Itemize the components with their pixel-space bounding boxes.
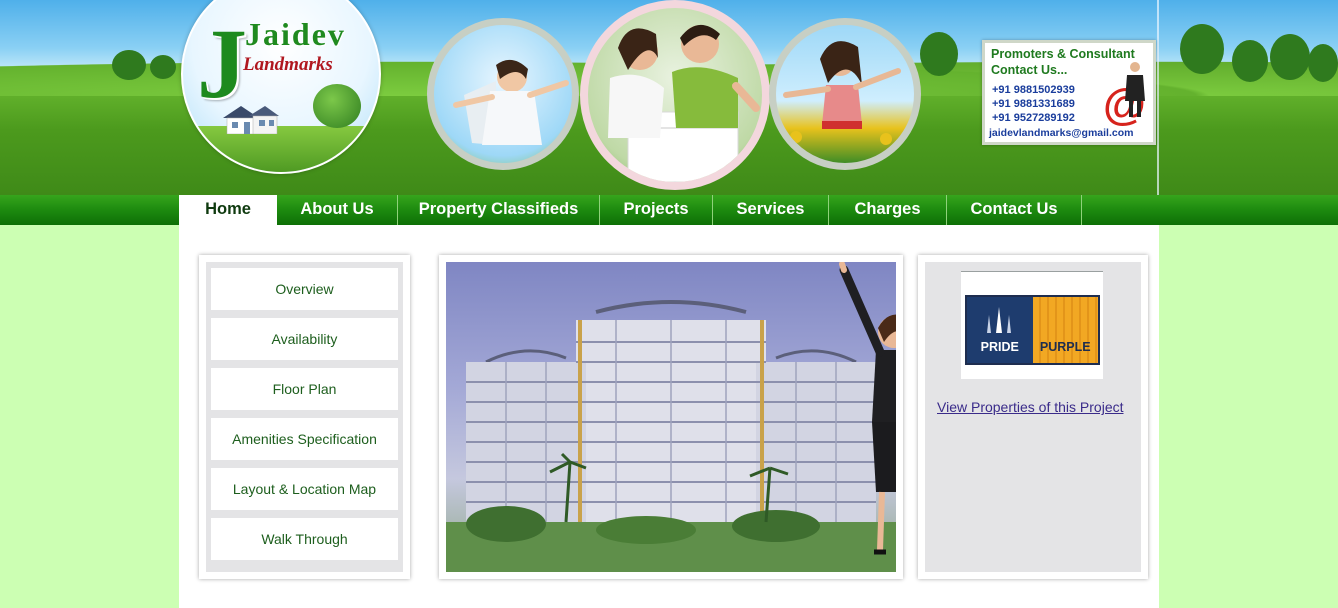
menu-floor-plan[interactable]: Floor Plan (211, 368, 398, 410)
contact-phone-3: +91 9527289192 (992, 112, 1075, 124)
tree-decoration (1232, 40, 1268, 82)
pride-purple-logo: PRIDE PURPLE (965, 295, 1100, 365)
building-illustration (446, 262, 896, 572)
menu-walk-through[interactable]: Walk Through (211, 518, 398, 560)
project-logo-panel: PRIDE PURPLE View Properties of this Pro… (925, 262, 1141, 572)
tree-decoration (1308, 44, 1338, 82)
view-properties-link[interactable]: View Properties of this Project (937, 399, 1124, 415)
nav-property-classifieds[interactable]: Property Classifieds (398, 195, 600, 225)
tree-decoration (1270, 34, 1310, 80)
main-content: Overview Availability Floor Plan Ameniti… (179, 225, 1159, 608)
contact-phone-2: +91 9881331689 (992, 98, 1075, 110)
contact-email[interactable]: jaidevlandmarks@gmail.com (989, 127, 1133, 139)
project-logo-card: PRIDE PURPLE View Properties of this Pro… (918, 255, 1148, 579)
skyline-icon (987, 307, 1011, 333)
contact-phone-1: +91 9881502939 (992, 84, 1075, 96)
woman-figure (783, 41, 901, 145)
main-navigation: Home About Us Property Classifieds Proje… (0, 195, 1338, 225)
menu-amenities-specification[interactable]: Amenities Specification (211, 418, 398, 460)
nav-projects[interactable]: Projects (600, 195, 713, 225)
house-icon (223, 106, 279, 134)
contact-title-line2: Contact Us... (991, 63, 1068, 77)
nav-contact-us[interactable]: Contact Us (947, 195, 1082, 225)
nav-charges[interactable]: Charges (829, 195, 947, 225)
purple-text: PURPLE (1039, 340, 1091, 354)
businessman-icon (1125, 62, 1145, 117)
project-menu-card: Overview Availability Floor Plan Ameniti… (199, 255, 410, 579)
nav-services[interactable]: Services (713, 195, 829, 225)
tree-decoration (150, 55, 176, 79)
purple-logo-half: PURPLE (1032, 297, 1098, 363)
logo-tree (313, 84, 361, 128)
contact-info-box: Promoters & Consultant Contact Us... +91… (982, 40, 1156, 145)
nav-about-us[interactable]: About Us (277, 195, 398, 225)
menu-availability[interactable]: Availability (211, 318, 398, 360)
photo-child (427, 18, 579, 170)
menu-layout-location-map[interactable]: Layout & Location Map (211, 468, 398, 510)
logo-initial: J (197, 8, 247, 119)
child-figure (453, 59, 569, 145)
project-logo-box[interactable]: PRIDE PURPLE (961, 271, 1103, 379)
project-building-image (446, 262, 896, 572)
contact-title: Promoters & Consultant Contact Us... (991, 46, 1135, 78)
tree-decoration (112, 50, 146, 80)
photo-woman-sunflowers (769, 18, 921, 170)
tree-decoration (1180, 24, 1224, 74)
logo-title: Jaidev (245, 16, 346, 52)
menu-overview[interactable]: Overview (211, 268, 398, 310)
pride-text: PRIDE (980, 340, 1019, 354)
couple-figure (608, 24, 760, 182)
project-menu: Overview Availability Floor Plan Ameniti… (206, 262, 403, 572)
nav-home[interactable]: Home (179, 195, 277, 225)
pride-logo-half: PRIDE (967, 297, 1033, 363)
logo-subtitle: Landmarks (243, 54, 333, 75)
photo-couple (580, 0, 770, 190)
header-divider (1157, 0, 1159, 195)
project-image-card (439, 255, 903, 579)
contact-title-line1: Promoters & Consultant (991, 47, 1135, 61)
site-logo[interactable]: J Jaidev Landmarks (181, 0, 381, 174)
tree-decoration (920, 32, 958, 76)
header-banner: J Jaidev Landmarks Promoters & Consultan… (0, 0, 1338, 195)
logo-grass (183, 126, 379, 172)
